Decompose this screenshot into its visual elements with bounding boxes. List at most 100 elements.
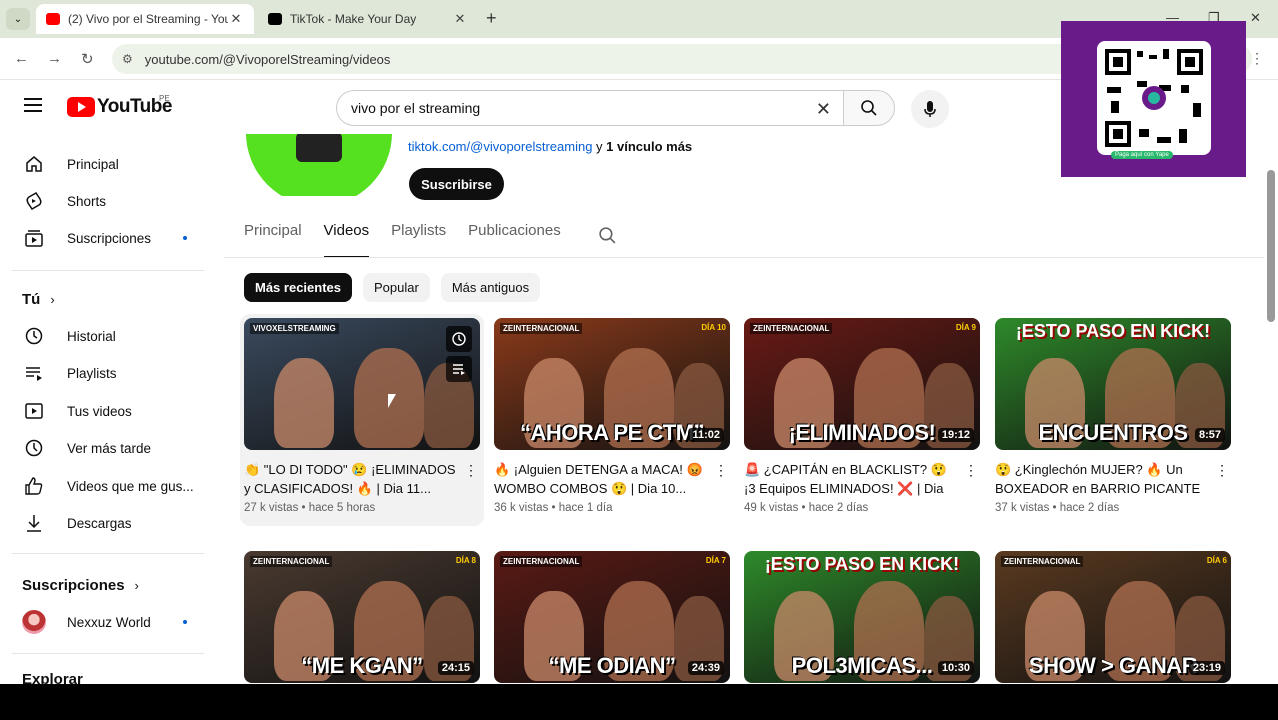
video-card[interactable]: ¡ESTO PASO EN KICK! POL3MICAS... 10:30: [744, 551, 980, 683]
video-age: hace 1 día: [558, 502, 613, 514]
qr-caption: Paga aquí con Yape: [1111, 151, 1173, 159]
video-title[interactable]: 👏 "LO DI TODO" 😢 ¡ELIMINADOS y CLASIFICA…: [244, 460, 458, 498]
new-content-dot: [183, 236, 187, 240]
tab-close-icon[interactable]: ✕: [228, 11, 244, 27]
thumbnail-day-badge: DÍA 10: [701, 323, 726, 332]
video-thumbnail[interactable]: VIVOXELSTREAMING: [244, 318, 480, 450]
browser-menu-icon[interactable]: ⋮: [1250, 50, 1264, 67]
video-thumbnail[interactable]: ZEINTERNACIONAL DÍA 6 SHOW > GANAR 23:19: [995, 551, 1231, 683]
chip-popular[interactable]: Popular: [363, 273, 430, 302]
watch-later-icon[interactable]: [446, 326, 472, 352]
video-thumbnail[interactable]: ZEINTERNACIONAL DÍA 7 “ME ODIAN” 24:39: [494, 551, 730, 683]
video-duration: 19:12: [937, 428, 974, 442]
home-icon: [22, 154, 46, 174]
sidebar-item-label: Historial: [67, 328, 116, 344]
thumbnail-brand: ZEINTERNACIONAL: [500, 556, 583, 567]
playlist-icon: [22, 363, 46, 383]
sidebar-item-tus-videos[interactable]: Tus videos: [12, 393, 204, 429]
video-card[interactable]: VIVOXELSTREAMING 👏 "LO DI TODO" 😢 ¡ELIMIN…: [244, 318, 480, 514]
video-card[interactable]: ZEINTERNACIONAL DÍA 9 ¡ELIMINADOS! 19:12 🚨 ¿…: [744, 318, 980, 514]
video-duration: 11:02: [688, 428, 724, 442]
subscription-item-nexxuz-world[interactable]: Nexxuz World: [12, 604, 204, 640]
your-videos-icon: [22, 401, 46, 421]
search-input[interactable]: vivo por el streaming ✕: [336, 90, 844, 126]
sidebar-item-ver-mas-tarde[interactable]: Ver más tarde: [12, 430, 204, 466]
video-thumbnail[interactable]: ZEINTERNACIONAL DÍA 10 “AHORA PE CTM” 11:02: [494, 318, 730, 450]
video-card[interactable]: ZEINTERNACIONAL DÍA 10 “AHORA PE CTM” 11:02…: [494, 318, 730, 514]
thumbnail-day-badge: DÍA 6: [1206, 556, 1227, 565]
new-tab-button[interactable]: +: [486, 8, 497, 29]
scrollbar-thumb[interactable]: [1267, 170, 1275, 322]
sidebar-item-label: Suscripciones: [67, 230, 152, 246]
thumbnail-brand: ¡ESTO PASO EN KICK!: [764, 554, 960, 574]
browser-tab-tiktok[interactable]: TikTok - Make Your Day ✕: [258, 4, 478, 34]
you-section-header[interactable]: Tú ›: [22, 291, 55, 308]
video-views: 49 k vistas: [744, 502, 799, 514]
video-thumbnail[interactable]: ZEINTERNACIONAL DÍA 9 ¡ELIMINADOS! 19:12: [744, 318, 980, 450]
chip-mas-antiguos[interactable]: Más antiguos: [440, 273, 541, 302]
add-to-queue-icon[interactable]: [446, 356, 472, 382]
video-thumbnail[interactable]: ZEINTERNACIONAL DÍA 8 “ME KGAN” 24:15: [244, 551, 480, 683]
sidebar-item-descargas[interactable]: Descargas: [12, 505, 204, 541]
thumbnail-brand: ZEINTERNACIONAL: [500, 323, 583, 334]
sidebar-item-label: Ver más tarde: [67, 440, 152, 456]
qr-code-overlay: Paga aquí con Yape: [1061, 21, 1246, 177]
video-views: 36 k vistas: [494, 502, 549, 514]
sort-chips: Más recientes Popular Más antiguos: [244, 273, 551, 302]
channel-search-icon[interactable]: [598, 226, 617, 250]
menu-icon[interactable]: [24, 98, 42, 112]
video-menu-icon[interactable]: ⋮: [714, 462, 728, 479]
thumbnail-day-badge: DÍA 9: [955, 323, 976, 332]
video-card[interactable]: ZEINTERNACIONAL DÍA 6 SHOW > GANAR 23:19: [995, 551, 1231, 683]
video-title[interactable]: 😲 ¿Kinglechón MUJER? 🔥 Un BOXEADOR en BA…: [995, 460, 1209, 498]
sidebar-item-playlists[interactable]: Playlists: [12, 355, 204, 391]
url-text: youtube.com/@VivoporelStreaming/videos: [144, 51, 391, 67]
channel-avatar[interactable]: [246, 134, 392, 196]
youtube-logo[interactable]: YouTube: [67, 96, 172, 118]
site-info-icon[interactable]: ⚙: [122, 52, 133, 66]
sidebar-item-shorts[interactable]: Shorts: [12, 183, 204, 219]
voice-search-button[interactable]: [911, 90, 949, 128]
subscriptions-section-header[interactable]: Suscripciones ›: [22, 577, 139, 594]
video-menu-icon[interactable]: ⋮: [1215, 462, 1229, 479]
channel-link[interactable]: tiktok.com/@vivoporelstreaming: [408, 139, 592, 154]
video-card[interactable]: ZEINTERNACIONAL DÍA 8 “ME KGAN” 24:15: [244, 551, 480, 683]
tab-close-icon[interactable]: ✕: [452, 11, 468, 27]
browser-tab-youtube[interactable]: (2) Vivo por el Streaming - YouT ✕: [36, 4, 254, 34]
like-icon: [22, 476, 46, 496]
video-title[interactable]: 🚨 ¿CAPITÁN en BLACKLIST? 😲 ¡3 Equipos EL…: [744, 460, 958, 498]
tab-principal[interactable]: Principal: [244, 222, 302, 258]
video-card[interactable]: ZEINTERNACIONAL DÍA 7 “ME ODIAN” 24:39: [494, 551, 730, 683]
video-menu-icon[interactable]: ⋮: [464, 462, 478, 479]
tab-videos[interactable]: Videos: [323, 222, 369, 258]
tab-publicaciones[interactable]: Publicaciones: [468, 222, 561, 258]
video-duration: 24:15: [437, 661, 474, 675]
thumbnail-figure: [274, 358, 334, 448]
channel-avatar-wrap: [22, 610, 46, 634]
meta-separator: •: [1049, 502, 1060, 514]
clear-search-icon[interactable]: ✕: [816, 99, 831, 120]
tab-playlists[interactable]: Playlists: [391, 222, 446, 258]
subscribe-button[interactable]: Suscribirse: [409, 168, 504, 200]
sidebar-item-historial[interactable]: Historial: [12, 318, 204, 354]
forward-icon[interactable]: →: [47, 50, 62, 67]
video-thumbnail[interactable]: ¡ESTO PASO EN KICK! ENCUENTROS 8:57: [995, 318, 1231, 450]
video-card[interactable]: ¡ESTO PASO EN KICK! ENCUENTROS 8:57 😲 ¿King…: [995, 318, 1231, 514]
chip-mas-recientes[interactable]: Más recientes: [244, 273, 352, 302]
sidebar-item-videos-que-me-gustan[interactable]: Videos que me gus...: [12, 468, 204, 504]
video-menu-icon[interactable]: ⋮: [964, 462, 978, 479]
thumbnail-brand: ZEINTERNACIONAL: [1001, 556, 1084, 567]
reload-icon[interactable]: ↻: [81, 50, 94, 68]
video-title[interactable]: 🔥 ¡Alguien DETENGA a MACA! 😡 WOMBO COMBO…: [494, 460, 708, 498]
more-links[interactable]: 1 vínculo más: [606, 139, 692, 154]
tab-search-button[interactable]: ⌄: [6, 8, 30, 30]
video-metadata: 27 k vistas • hace 5 horas: [244, 502, 480, 514]
window-close-icon[interactable]: ✕: [1250, 10, 1261, 26]
you-header-label: Tú: [22, 291, 41, 308]
back-icon[interactable]: ←: [14, 50, 29, 67]
subs-header-label: Suscripciones: [22, 577, 125, 594]
sidebar-item-principal[interactable]: Principal: [12, 146, 204, 182]
search-button[interactable]: [843, 90, 895, 126]
video-thumbnail[interactable]: ¡ESTO PASO EN KICK! POL3MICAS... 10:30: [744, 551, 980, 683]
sidebar-item-suscripciones[interactable]: Suscripciones: [12, 220, 204, 256]
